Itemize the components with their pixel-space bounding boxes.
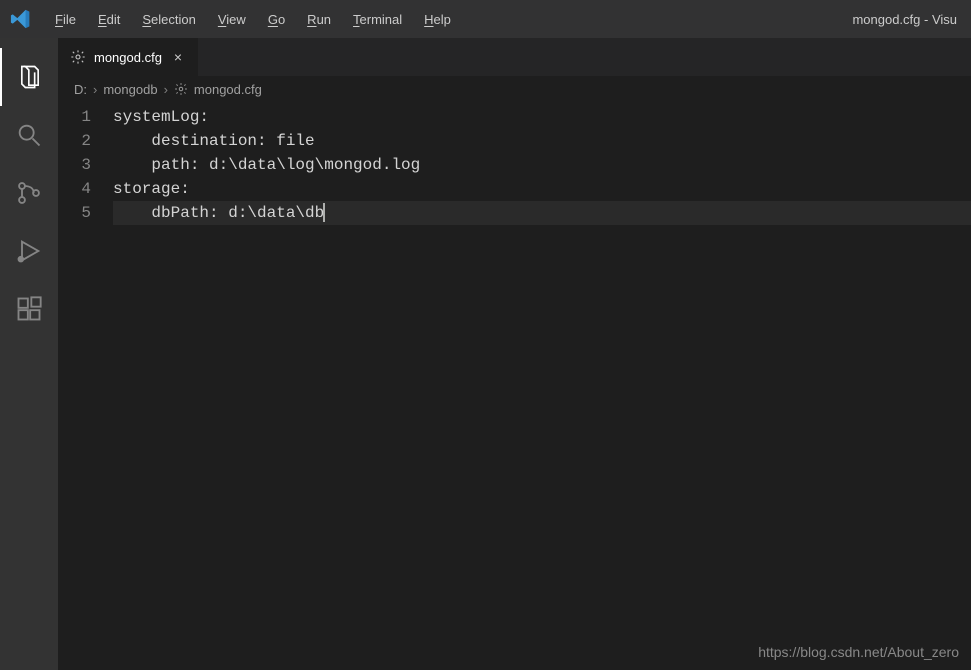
menu-terminal[interactable]: Terminal xyxy=(344,8,411,31)
activity-bar xyxy=(0,38,58,670)
tab-label: mongod.cfg xyxy=(94,50,162,65)
code-content[interactable]: systemLog: destination: file path: d:\da… xyxy=(113,103,971,670)
breadcrumb-drive[interactable]: D: xyxy=(74,82,87,97)
run-debug-icon[interactable] xyxy=(0,222,58,280)
window-title: mongod.cfg - Visu xyxy=(460,12,961,27)
watermark-text: https://blog.csdn.net/About_zero xyxy=(758,644,959,660)
extensions-icon[interactable] xyxy=(0,280,58,338)
menu-go[interactable]: Go xyxy=(259,8,294,31)
explorer-icon[interactable] xyxy=(0,48,58,106)
cursor-icon xyxy=(323,203,325,222)
code-line[interactable]: dbPath: d:\data\db xyxy=(113,201,971,225)
code-line[interactable]: storage: xyxy=(113,177,971,201)
line-number: 4 xyxy=(58,177,91,201)
chevron-right-icon: › xyxy=(164,82,168,97)
title-bar: File Edit Selection View Go Run Terminal… xyxy=(0,0,971,38)
line-number: 1 xyxy=(58,105,91,129)
menu-help[interactable]: Help xyxy=(415,8,460,31)
breadcrumb-file-label: mongod.cfg xyxy=(194,82,262,97)
breadcrumb-file[interactable]: mongod.cfg xyxy=(174,82,262,97)
code-line[interactable]: destination: file xyxy=(113,129,971,153)
line-number: 5 xyxy=(58,201,91,225)
line-number-gutter: 1 2 3 4 5 xyxy=(58,103,113,670)
menu-selection[interactable]: Selection xyxy=(133,8,204,31)
breadcrumb-folder[interactable]: mongodb xyxy=(103,82,157,97)
tab-close-icon[interactable]: × xyxy=(170,49,186,65)
code-editor[interactable]: 1 2 3 4 5 systemLog: destination: file p… xyxy=(58,103,971,670)
line-number: 2 xyxy=(58,129,91,153)
menu-file[interactable]: File xyxy=(46,8,85,31)
chevron-right-icon: › xyxy=(93,82,97,97)
breadcrumb[interactable]: D: › mongodb › mongod.cfg xyxy=(58,76,971,103)
menu-edit[interactable]: Edit xyxy=(89,8,129,31)
vscode-logo-icon xyxy=(10,8,32,30)
search-icon[interactable] xyxy=(0,106,58,164)
code-text: dbPath: d:\data\db xyxy=(113,204,324,222)
source-control-icon[interactable] xyxy=(0,164,58,222)
gear-icon xyxy=(70,49,86,65)
menu-bar: File Edit Selection View Go Run Terminal… xyxy=(46,8,460,31)
main-area: mongod.cfg × D: › mongodb › mongod.cfg 1… xyxy=(0,38,971,670)
menu-run[interactable]: Run xyxy=(298,8,340,31)
code-line[interactable]: path: d:\data\log\mongod.log xyxy=(113,153,971,177)
gear-icon xyxy=(174,82,189,97)
menu-view[interactable]: View xyxy=(209,8,255,31)
tabs-bar: mongod.cfg × xyxy=(58,38,971,76)
tab-mongod-cfg[interactable]: mongod.cfg × xyxy=(58,38,199,76)
line-number: 3 xyxy=(58,153,91,177)
code-line[interactable]: systemLog: xyxy=(113,105,971,129)
editor-region: mongod.cfg × D: › mongodb › mongod.cfg 1… xyxy=(58,38,971,670)
